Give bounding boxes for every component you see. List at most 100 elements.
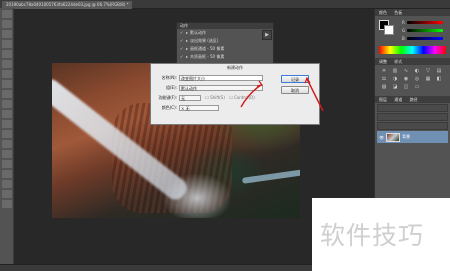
adjustments-panel-tabs: 调整 样式	[375, 58, 450, 65]
gradient-map-icon[interactable]: ▭	[413, 84, 421, 90]
red-slider[interactable]	[406, 20, 443, 24]
background-color-swatch[interactable]	[384, 25, 394, 35]
action-row[interactable]: ✓ ▸ 淡出效果 (选区)	[177, 37, 273, 45]
tab-swatches[interactable]: 色板	[394, 10, 402, 15]
eraser-tool-icon[interactable]	[1, 110, 12, 118]
action-row[interactable]: ✓ ▸ 默认动作	[177, 29, 273, 37]
tab-paths[interactable]: 路径	[410, 97, 418, 102]
shape-tool-icon[interactable]	[1, 180, 12, 188]
curves-icon[interactable]: ∿	[402, 68, 410, 74]
channel-row-b[interactable]: B	[399, 34, 446, 42]
hand-tool-icon[interactable]	[1, 190, 12, 198]
action-label: 木质画框 - 50 像素	[190, 54, 225, 59]
shift-checkbox[interactable]: ☐ Shift(S)	[205, 95, 225, 101]
mist-shape	[162, 173, 232, 218]
type-tool-icon[interactable]	[1, 160, 12, 168]
color-select[interactable]: × 无	[179, 105, 219, 111]
channel-label: G	[402, 27, 406, 33]
selective-color-icon[interactable]: ◫	[402, 84, 410, 90]
vibrance-icon[interactable]: ▽	[424, 68, 432, 74]
document-tab-title: 20190abc78a0401005763fa6224de03.jpg @ 66…	[6, 2, 129, 7]
action-row[interactable]: ✓ ▸ 木质画框 - 50 像素	[177, 53, 273, 61]
tab-styles[interactable]: 样式	[394, 59, 402, 64]
action-row[interactable]: ✓ ▸ 画框通道 - 50 像素	[177, 45, 273, 53]
exposure-icon[interactable]: ◐	[413, 68, 421, 74]
photo-filter-icon[interactable]: ◉	[402, 76, 410, 82]
magic-wand-tool-icon[interactable]	[1, 40, 12, 48]
status-bar	[0, 264, 312, 271]
play-icon[interactable]: ▶	[262, 30, 272, 40]
layers-panel-tabs: 图层 通道 路径	[375, 96, 450, 103]
marquee-tool-icon[interactable]	[1, 20, 12, 28]
red-annotation-arrows	[240, 76, 324, 112]
lock-control[interactable]	[377, 122, 448, 130]
move-tool-icon[interactable]	[1, 10, 12, 18]
pen-tool-icon[interactable]	[1, 150, 12, 158]
name-label: 名称(N):	[161, 75, 177, 80]
lookup-icon[interactable]: ▦	[424, 76, 432, 82]
lasso-tool-icon[interactable]	[1, 30, 12, 38]
expand-triangle-icon[interactable]: ▸	[186, 37, 188, 45]
brightness-icon[interactable]: ☀	[380, 68, 388, 74]
check-icon[interactable]: ✓	[180, 45, 184, 53]
invert-icon[interactable]: ◧	[435, 76, 443, 82]
arrow-to-record-button	[306, 78, 324, 112]
color-field-row: 颜色(C): × 无	[155, 105, 219, 111]
dodge-tool-icon[interactable]	[1, 140, 12, 148]
function-key-label: 功能键(F):	[158, 95, 177, 100]
channel-label: B	[402, 35, 405, 41]
watermark-overlay: 软件技巧	[312, 198, 450, 271]
layer-name: 背景	[402, 134, 411, 139]
channel-row-g[interactable]: G	[399, 26, 446, 34]
tab-color[interactable]: 颜色	[379, 10, 387, 15]
arrow-to-name-field	[240, 84, 262, 108]
document-tab-bar: 20190abc78a0401005763fa6224de03.jpg @ 66…	[0, 0, 450, 9]
expand-triangle-icon[interactable]: ▸	[186, 45, 188, 53]
history-brush-tool-icon[interactable]	[1, 100, 12, 108]
check-icon[interactable]: ✓	[180, 37, 184, 45]
check-icon[interactable]: ✓	[180, 29, 184, 37]
color-panel: R G B	[375, 16, 450, 46]
document-tab[interactable]: 20190abc78a0401005763fa6224de03.jpg @ 66…	[2, 1, 132, 9]
dialog-title: 新建动作	[227, 65, 243, 70]
bw-icon[interactable]: ◑	[391, 76, 399, 82]
posterize-icon[interactable]: ▨	[380, 84, 388, 90]
zoom-tool-icon[interactable]	[1, 200, 12, 208]
gradient-tool-icon[interactable]	[1, 120, 12, 128]
eye-icon[interactable]: 👁	[379, 135, 384, 140]
layer-filter-control[interactable]	[377, 104, 448, 112]
color-spectrum[interactable]	[379, 46, 446, 54]
tab-channels[interactable]: 通道	[394, 97, 402, 102]
expand-triangle-icon[interactable]: ▸	[186, 53, 188, 61]
color-panel-tabs: 颜色 色板	[375, 9, 450, 16]
healing-tool-icon[interactable]	[1, 70, 12, 78]
action-label: 默认动作	[190, 30, 207, 35]
mixer-icon[interactable]: ◎	[413, 76, 421, 82]
action-label: 淡出效果 (选区)	[190, 38, 219, 43]
blend-mode-control[interactable]	[377, 113, 448, 121]
actions-panel: 动作 ✓ ▸ 默认动作 ✓ ▸ 淡出效果 (选区) ✓ ▸ 画框通道 - 50 …	[176, 22, 274, 68]
levels-icon[interactable]: ▥	[391, 68, 399, 74]
function-key-select[interactable]: 无	[179, 95, 201, 101]
blue-slider[interactable]	[406, 36, 443, 40]
eyedropper-tool-icon[interactable]	[1, 60, 12, 68]
threshold-icon[interactable]: ◪	[391, 84, 399, 90]
river-shape	[241, 168, 300, 184]
layer-thumbnail	[386, 132, 401, 142]
set-label: 组(E):	[166, 85, 177, 90]
green-slider[interactable]	[407, 28, 444, 32]
tools-panel	[0, 8, 14, 271]
tab-layers[interactable]: 图层	[379, 97, 387, 102]
channel-row-r[interactable]: R	[399, 18, 446, 26]
tab-adjustments[interactable]: 调整	[379, 59, 387, 64]
check-icon[interactable]: ✓	[180, 53, 184, 61]
expand-triangle-icon[interactable]: ▸	[186, 29, 188, 37]
hue-icon[interactable]: ▤	[435, 68, 443, 74]
brush-tool-icon[interactable]	[1, 80, 12, 88]
crop-tool-icon[interactable]	[1, 50, 12, 58]
blur-tool-icon[interactable]	[1, 130, 12, 138]
path-select-tool-icon[interactable]	[1, 170, 12, 178]
balance-icon[interactable]: ⚖	[380, 76, 388, 82]
stamp-tool-icon[interactable]	[1, 90, 12, 98]
layer-row[interactable]: 👁 背景	[377, 131, 448, 143]
